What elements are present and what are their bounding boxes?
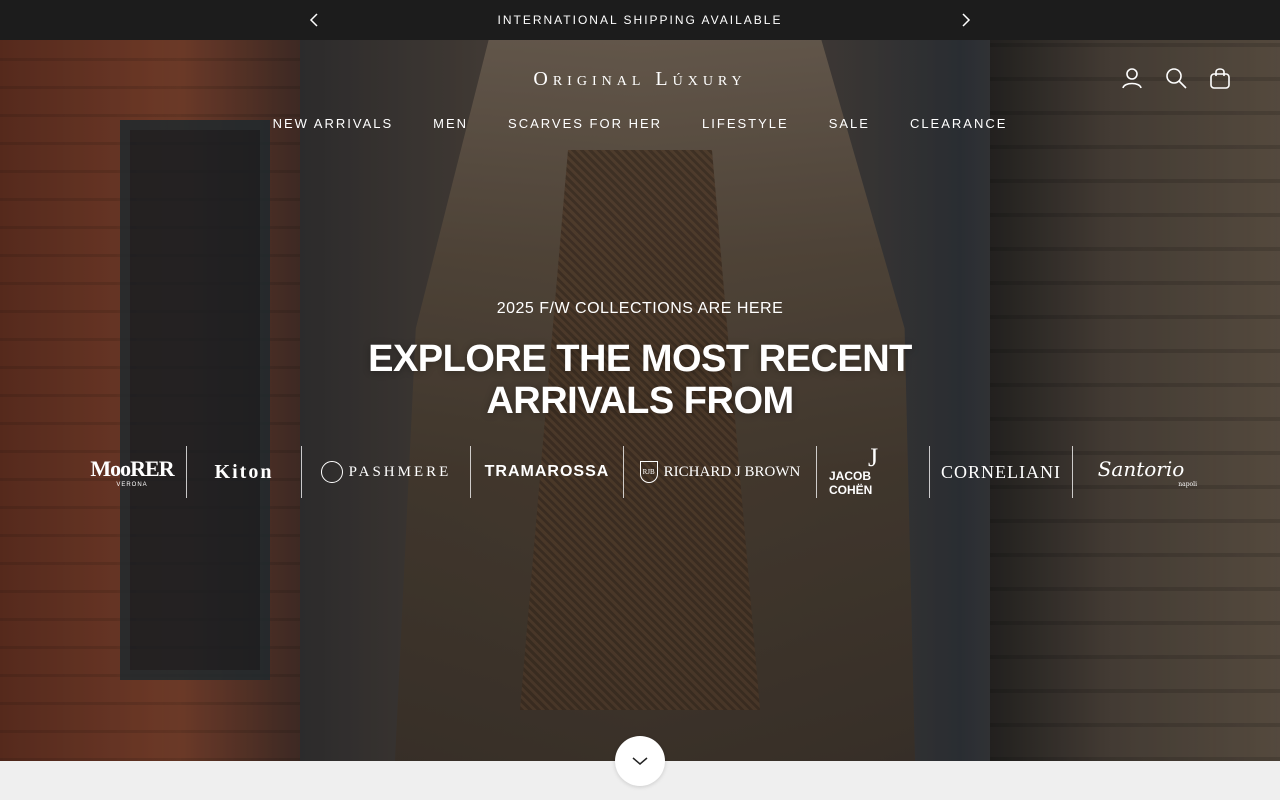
site-header: Original Lúxury NEW ARRIVALS MEN SCARVES… xyxy=(0,40,1280,150)
search-icon[interactable] xyxy=(1164,66,1188,90)
chevron-down-icon xyxy=(632,757,648,765)
nav-item-sale[interactable]: SALE xyxy=(829,116,870,131)
brand-logo-moorer[interactable]: MooRER VERONA xyxy=(90,445,174,499)
divider xyxy=(816,446,817,498)
brand-logo-strip: MooRER VERONA Kiton PASHMERE TRAMAROSSA … xyxy=(90,445,1200,499)
hero-content: 2025 F/W COLLECTIONS ARE HERE EXPLORE TH… xyxy=(0,300,1280,422)
divider xyxy=(929,446,930,498)
nav-item-lifestyle[interactable]: LIFESTYLE xyxy=(702,116,789,131)
nav-item-men[interactable]: MEN xyxy=(433,116,468,131)
site-logo[interactable]: Original Lúxury xyxy=(490,68,790,91)
account-icon[interactable] xyxy=(1120,66,1144,90)
brand-logo-kiton[interactable]: Kiton xyxy=(199,445,289,499)
main-nav: NEW ARRIVALS MEN SCARVES FOR HER LIFESTY… xyxy=(0,116,1280,131)
header-icons xyxy=(1120,66,1232,90)
nav-item-clearance[interactable]: CLEARANCE xyxy=(910,116,1007,131)
bag-icon[interactable] xyxy=(1208,66,1232,90)
divider xyxy=(623,446,624,498)
divider xyxy=(301,446,302,498)
divider xyxy=(186,446,187,498)
hero-subtitle: 2025 F/W COLLECTIONS ARE HERE xyxy=(496,300,784,317)
announcement-bar: INTERNATIONAL SHIPPING AVAILABLE xyxy=(0,0,1280,40)
pashmere-mark-icon xyxy=(320,461,343,483)
scroll-down-button[interactable] xyxy=(615,736,665,786)
rjb-shield-icon: RJB xyxy=(639,461,658,483)
brand-logo-tramarossa[interactable]: TRAMAROSSA xyxy=(483,445,611,499)
brand-logo-pashmere[interactable]: PASHMERE xyxy=(314,445,458,499)
chevron-right-icon[interactable] xyxy=(956,10,976,30)
brand-logo-jacob-cohen[interactable]: J JACOB COHËN xyxy=(829,445,917,499)
brand-logo-santorio[interactable]: Santorio napoli xyxy=(1085,445,1197,499)
divider xyxy=(470,446,471,498)
announcement-text: INTERNATIONAL SHIPPING AVAILABLE xyxy=(497,13,783,27)
chevron-left-icon[interactable] xyxy=(304,10,324,30)
nav-item-scarves-for-her[interactable]: SCARVES FOR HER xyxy=(508,116,662,131)
nav-item-new-arrivals[interactable]: NEW ARRIVALS xyxy=(273,116,394,131)
divider xyxy=(1072,446,1073,498)
brand-logo-corneliani[interactable]: CORNELIANI xyxy=(941,445,1060,499)
brand-logo-richard-j-brown[interactable]: RJB RICHARD J BROWN xyxy=(636,445,804,499)
hero-headline: EXPLORE THE MOST RECENT ARRIVALS FROM xyxy=(368,338,912,422)
